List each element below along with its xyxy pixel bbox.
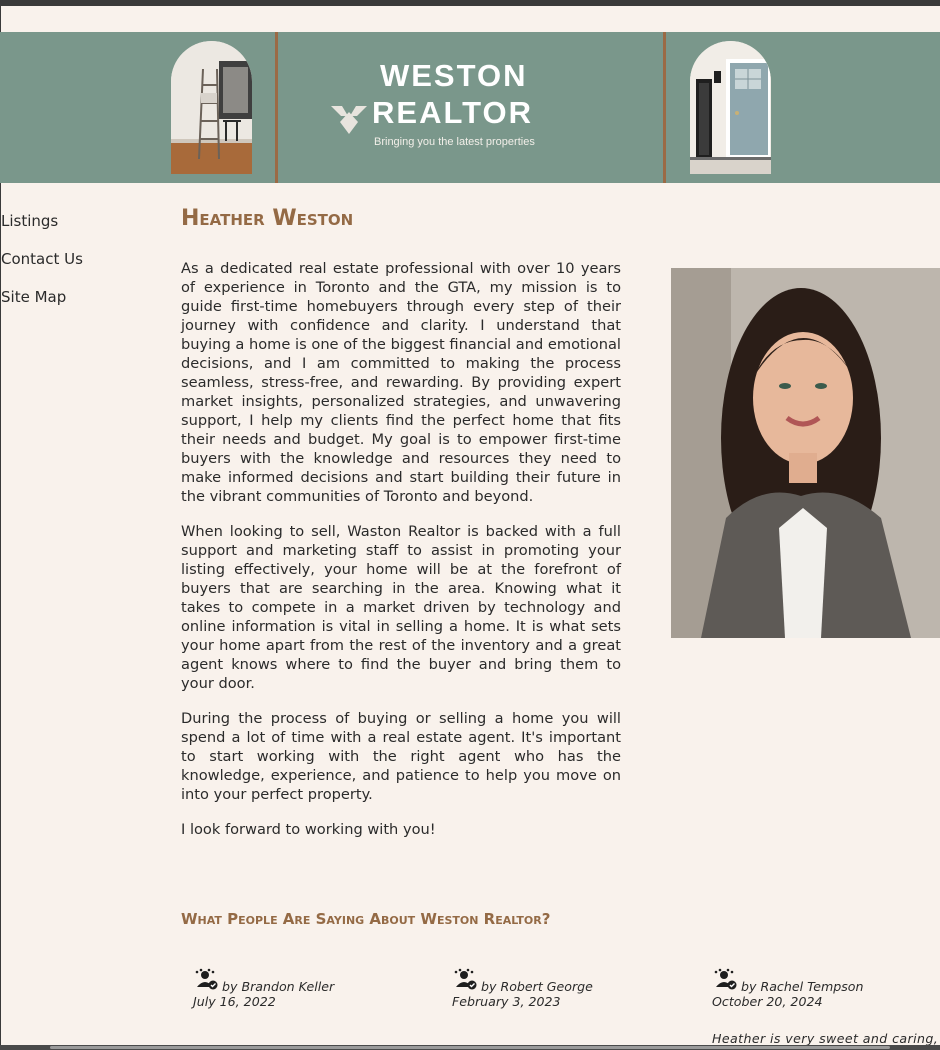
bio-paragraph: When looking to sell, Waston Realtor is … <box>181 523 621 692</box>
reviewer-group-icon <box>195 968 218 990</box>
bio-paragraph: As a dedicated real estate professional … <box>181 260 621 505</box>
review-date: July 16, 2022 <box>193 994 276 1009</box>
scrollbar-thumb[interactable] <box>50 1046 890 1049</box>
logo-text-weston: WESTON <box>380 58 528 93</box>
review-date: October 20, 2024 <box>712 994 823 1009</box>
page-title: Heather Weston <box>181 206 354 231</box>
agent-portrait-photo <box>671 268 940 638</box>
reviewer-group-icon <box>714 968 737 990</box>
bio-paragraph: During the process of buying or selling … <box>181 710 621 803</box>
review-date: February 3, 2023 <box>452 994 561 1009</box>
front-door-photo <box>690 41 771 174</box>
reviewer-group-icon <box>454 968 477 990</box>
banner-tagline: Bringing you the latest properties <box>374 136 535 148</box>
browser-top-border <box>0 0 940 6</box>
logo-mark-icon <box>331 106 367 134</box>
header-banner: WESTON REALTOR Bringing you the latest p… <box>0 32 940 183</box>
reviewer-name: by Rachel Tempson <box>741 979 864 994</box>
bio-closing: I look forward to working with you! <box>181 821 436 838</box>
interior-photo <box>171 41 252 174</box>
bio-content: As a dedicated real estate professional … <box>181 259 621 855</box>
nav-link-listings[interactable]: Listings <box>1 211 83 249</box>
testimonial-text-partial: Heather is very sweet and caring, ar <box>712 1031 940 1046</box>
banner-divider-left <box>275 32 278 183</box>
horizontal-scrollbar[interactable] <box>0 1045 940 1050</box>
nav-link-site-map[interactable]: Site Map <box>1 287 83 325</box>
reviewer-name: by Robert George <box>481 979 593 994</box>
nav-link-contact-us[interactable]: Contact Us <box>1 249 83 287</box>
sidebar-nav: Listings Contact Us Site Map <box>1 211 83 325</box>
logo-text-realtor: REALTOR <box>372 95 533 130</box>
banner-divider-right <box>663 32 666 183</box>
reviewer-name: by Brandon Keller <box>222 979 335 994</box>
testimonials-heading: What People Are Saying About Weston Real… <box>181 910 551 928</box>
